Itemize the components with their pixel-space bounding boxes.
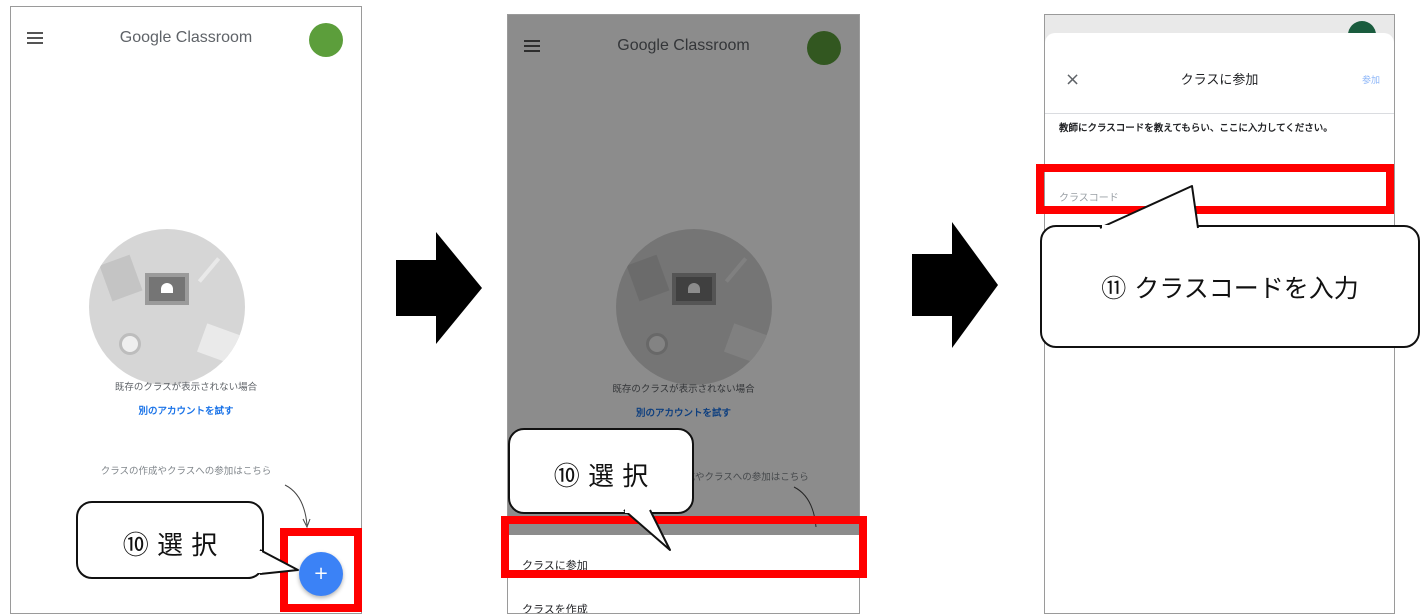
join-button[interactable]: 参加	[1362, 73, 1380, 86]
callout-pointer	[623, 509, 671, 551]
hint-arrow-icon	[284, 484, 311, 529]
menu-item-create-class[interactable]: クラスを作成	[522, 601, 588, 613]
step10-label: ⑩ 選 択	[122, 531, 218, 561]
join-instructions: 教師にクラスコードを教えてもらい、ここに入力してください。	[1059, 123, 1333, 134]
divider	[1045, 113, 1394, 114]
step11-callout: ⑪ クラスコードを入力	[1040, 225, 1420, 348]
right-arrow-icon	[912, 222, 998, 348]
step10-callout-screen2: ⑩ 選 択	[508, 428, 694, 514]
callout-pointer	[258, 549, 299, 575]
app-bar: Google Classroom	[11, 7, 361, 71]
step10-label: ⑩ 選 択	[553, 462, 649, 492]
right-arrow-icon	[396, 232, 482, 344]
switch-account-link[interactable]: 別のアカウントを試す	[11, 403, 361, 417]
fab-hint-text: クラスの作成やクラスへの参加はこちら	[100, 466, 272, 477]
empty-state-message: 既存のクラスが表示されない場合	[114, 382, 258, 393]
class-code-highlight-box	[1036, 164, 1394, 214]
avatar[interactable]	[309, 23, 343, 57]
dialog-title: クラスに参加	[1180, 73, 1259, 88]
step11-label: ⑪ クラスコードを入力	[1101, 274, 1359, 303]
step10-callout-screen1: ⑩ 選 択	[76, 501, 264, 579]
join-class-highlight-box	[501, 516, 867, 578]
empty-state-illustration	[89, 229, 245, 385]
callout-pointer	[1099, 185, 1199, 229]
